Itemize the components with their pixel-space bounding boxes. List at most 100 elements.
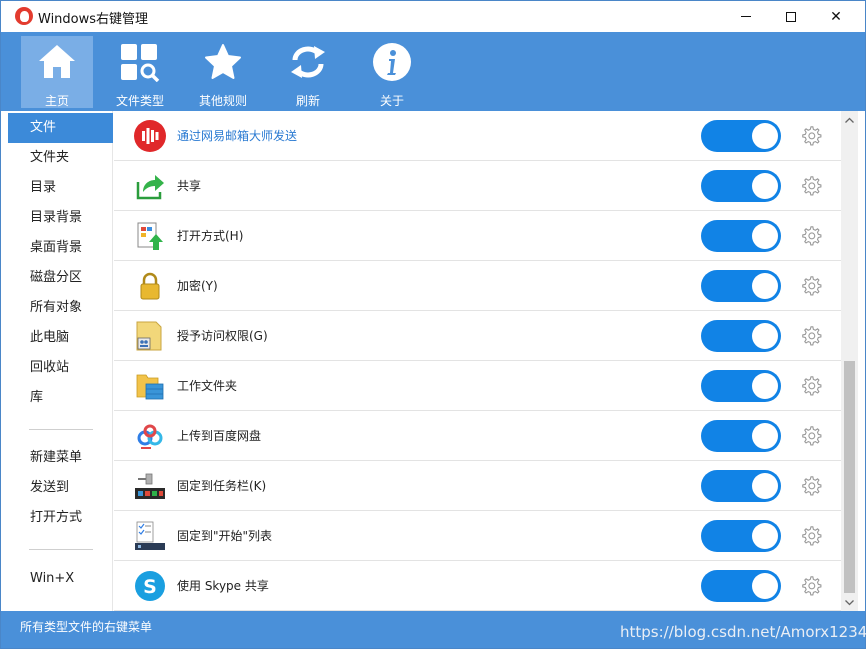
file-types-icon xyxy=(121,44,160,82)
sidebar: 文件 文件夹 目录 目录背景 桌面背景 磁盘分区 所有对象 此电脑 回收站 库 … xyxy=(1,111,113,611)
open-with-icon xyxy=(137,222,163,250)
status-bar: 所有类型文件的右键菜单 https://blog.csdn.net/Amorx1… xyxy=(1,611,866,648)
app-logo-icon xyxy=(15,7,33,25)
gear-icon[interactable] xyxy=(800,525,822,547)
sidebar-item-all-objects[interactable]: 所有对象 xyxy=(1,293,113,323)
sidebar-item-win-x[interactable]: Win+X xyxy=(1,564,113,594)
gear-icon[interactable] xyxy=(800,575,822,597)
sidebar-item-library[interactable]: 库 xyxy=(1,383,113,413)
enable-toggle[interactable] xyxy=(701,570,781,602)
share-icon xyxy=(136,175,164,200)
sidebar-item-file[interactable]: 文件 xyxy=(8,113,113,143)
baidu-netdisk-icon xyxy=(137,424,163,449)
sidebar-item-directory-background[interactable]: 目录背景 xyxy=(1,203,113,233)
close-icon: ✕ xyxy=(830,8,842,25)
enable-toggle[interactable] xyxy=(701,420,781,452)
context-menu-list: 通过网易邮箱大师发送 共享 打开方式(H) 加密(Y) 授予访问权限(G) 工作… xyxy=(114,111,841,611)
list-item-label: 打开方式(H) xyxy=(177,229,244,243)
netease-mail-icon xyxy=(134,120,166,152)
toolbar-other-rules-label: 其他规则 xyxy=(198,94,247,108)
enable-toggle[interactable] xyxy=(701,320,781,352)
home-icon xyxy=(39,45,75,78)
gear-icon[interactable] xyxy=(800,175,822,197)
window-title: Windows右键管理 xyxy=(38,12,149,27)
list-item-label: 授予访问权限(G) xyxy=(177,329,268,343)
toolbar-other-rules-button[interactable]: 其他规则 xyxy=(187,36,259,108)
watermark: https://blog.csdn.net/Amorx12345 xyxy=(620,623,866,641)
list-item: 固定到"开始"列表 xyxy=(114,511,841,561)
gear-icon[interactable] xyxy=(800,275,822,297)
enable-toggle[interactable] xyxy=(701,120,781,152)
sidebar-item-desktop-background[interactable]: 桌面背景 xyxy=(1,233,113,263)
chevron-up-icon xyxy=(845,117,854,123)
sidebar-item-recycle-bin[interactable]: 回收站 xyxy=(1,353,113,383)
chevron-down-icon xyxy=(845,599,854,605)
grant-access-icon xyxy=(136,321,162,351)
list-item-label: 上传到百度网盘 xyxy=(177,429,262,443)
enable-toggle[interactable] xyxy=(701,270,781,302)
sidebar-divider xyxy=(29,429,93,430)
info-icon xyxy=(373,43,411,81)
lock-icon xyxy=(140,272,160,300)
toolbar-home-label: 主页 xyxy=(44,94,69,108)
close-button[interactable]: ✕ xyxy=(813,1,859,32)
toolbar-file-types-button[interactable]: 文件类型 xyxy=(104,36,176,108)
scroll-up-button[interactable] xyxy=(841,111,858,128)
toolbar-refresh-button[interactable]: 刷新 xyxy=(272,36,344,108)
gear-icon[interactable] xyxy=(800,425,822,447)
list-item: 工作文件夹 xyxy=(114,361,841,411)
list-item-label: 共享 xyxy=(177,179,202,193)
enable-toggle[interactable] xyxy=(701,170,781,202)
gear-icon[interactable] xyxy=(800,325,822,347)
sidebar-item-new-menu[interactable]: 新建菜单 xyxy=(1,443,113,473)
sidebar-item-send-to[interactable]: 发送到 xyxy=(1,473,113,503)
sidebar-item-folder[interactable]: 文件夹 xyxy=(1,143,113,173)
minimize-button[interactable] xyxy=(723,1,769,32)
pin-start-icon xyxy=(135,521,165,550)
list-item: 加密(Y) xyxy=(114,261,841,311)
scrollbar-thumb[interactable] xyxy=(844,361,855,593)
enable-toggle[interactable] xyxy=(701,220,781,252)
work-folder-icon xyxy=(136,374,164,400)
enable-toggle[interactable] xyxy=(701,470,781,502)
toolbar: 主页 文件类型 其他规则 刷新 关于 xyxy=(1,32,865,111)
vertical-scrollbar[interactable] xyxy=(841,111,858,611)
sidebar-item-directory[interactable]: 目录 xyxy=(1,173,113,203)
sidebar-item-drive[interactable]: 磁盘分区 xyxy=(1,263,113,293)
toolbar-refresh-label: 刷新 xyxy=(295,94,320,108)
list-item: 通过网易邮箱大师发送 xyxy=(114,111,841,161)
list-item-label: 使用 Skype 共享 xyxy=(177,579,269,593)
title-bar: Windows右键管理 ✕ xyxy=(1,1,865,32)
toolbar-home-button[interactable]: 主页 xyxy=(21,36,93,108)
toolbar-file-types-label: 文件类型 xyxy=(115,94,164,108)
list-item: 共享 xyxy=(114,161,841,211)
main-window: Windows右键管理 ✕ 主页 文件类型 其他规则 刷新 关于 文件 文件夹 … xyxy=(0,0,866,649)
list-item-label: 加密(Y) xyxy=(177,279,218,293)
maximize-button[interactable] xyxy=(768,1,814,32)
sidebar-item-open-with[interactable]: 打开方式 xyxy=(1,503,113,533)
toolbar-about-button[interactable]: 关于 xyxy=(356,36,428,108)
gear-icon[interactable] xyxy=(800,225,822,247)
svg-text:S: S xyxy=(143,576,157,598)
enable-toggle[interactable] xyxy=(701,370,781,402)
list-item-label: 固定到任务栏(K) xyxy=(177,479,267,493)
star-icon xyxy=(205,44,241,79)
enable-toggle[interactable] xyxy=(701,520,781,552)
toolbar-about-label: 关于 xyxy=(379,94,404,108)
list-item: S 使用 Skype 共享 xyxy=(114,561,841,611)
list-item-label: 通过网易邮箱大师发送 xyxy=(177,129,298,143)
scroll-down-button[interactable] xyxy=(841,594,858,611)
list-item: 上传到百度网盘 xyxy=(114,411,841,461)
status-text: 所有类型文件的右键菜单 xyxy=(20,620,153,634)
minimize-icon xyxy=(741,16,751,17)
list-item-label: 固定到"开始"列表 xyxy=(177,529,273,543)
gear-icon[interactable] xyxy=(800,125,822,147)
list-item: 固定到任务栏(K) xyxy=(114,461,841,511)
list-item: 打开方式(H) xyxy=(114,211,841,261)
refresh-icon xyxy=(291,46,325,78)
gear-icon[interactable] xyxy=(800,375,822,397)
skype-icon: S xyxy=(135,571,165,601)
list-item: 授予访问权限(G) xyxy=(114,311,841,361)
gear-icon[interactable] xyxy=(800,475,822,497)
sidebar-item-this-pc[interactable]: 此电脑 xyxy=(1,323,113,353)
